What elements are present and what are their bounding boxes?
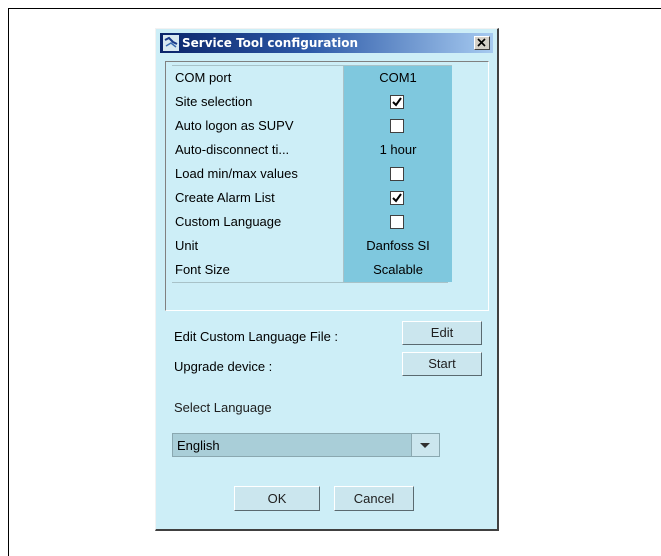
auto-logon-checkbox[interactable] (390, 119, 404, 133)
row-load-min-max: Load min/max values (172, 162, 452, 187)
checkmark-icon (392, 193, 402, 203)
cancel-button[interactable]: Cancel (334, 486, 414, 511)
site-selection-cell (344, 90, 452, 114)
site-selection-checkbox[interactable] (390, 95, 404, 109)
row-com-port: COM port COM1 (172, 66, 452, 91)
dialog-title: Service Tool configuration (182, 36, 359, 50)
close-icon (477, 38, 486, 47)
settings-grid: COM port COM1 Site selection Auto logon … (165, 61, 489, 311)
row-font-size: Font Size Scalable (172, 258, 452, 283)
dropdown-arrow-button[interactable] (411, 434, 439, 456)
create-alarm-list-checkbox[interactable] (390, 191, 404, 205)
dialog-titlebar[interactable]: Service Tool configuration (160, 33, 493, 53)
com-port-value[interactable]: COM1 (344, 66, 452, 90)
setting-label: Auto logon as SUPV (172, 114, 344, 138)
select-language-label: Select Language (174, 400, 272, 415)
row-unit: Unit Danfoss SI (172, 234, 452, 259)
load-min-max-cell (344, 162, 452, 186)
start-button[interactable]: Start (402, 352, 482, 376)
create-alarm-list-cell (344, 186, 452, 210)
checkmark-icon (392, 97, 402, 107)
edit-button[interactable]: Edit (402, 321, 482, 345)
setting-label: Site selection (172, 90, 344, 114)
upgrade-device-label: Upgrade device : (174, 359, 273, 374)
edit-custom-language-label: Edit Custom Language File : (174, 329, 339, 344)
row-custom-language: Custom Language (172, 210, 452, 235)
row-auto-disconnect: Auto-disconnect ti... 1 hour (172, 138, 452, 163)
setting-label: Custom Language (172, 210, 344, 234)
unit-value[interactable]: Danfoss SI (344, 234, 452, 258)
setting-label: Create Alarm List (172, 186, 344, 210)
setting-label: Font Size (172, 258, 344, 282)
language-dropdown[interactable]: English (172, 433, 440, 457)
setting-label: COM port (172, 66, 344, 90)
chevron-down-icon (420, 443, 430, 448)
row-auto-logon: Auto logon as SUPV (172, 114, 452, 139)
auto-logon-cell (344, 114, 452, 138)
row-site-selection: Site selection (172, 90, 452, 115)
language-selected-value: English (177, 438, 220, 453)
load-min-max-checkbox[interactable] (390, 167, 404, 181)
custom-language-cell (344, 210, 452, 234)
setting-label: Unit (172, 234, 344, 258)
ok-button[interactable]: OK (234, 486, 320, 511)
service-tool-config-dialog: Service Tool configuration COM port COM1… (155, 28, 499, 531)
custom-language-checkbox[interactable] (390, 215, 404, 229)
setting-label: Load min/max values (172, 162, 344, 186)
auto-disconnect-value[interactable]: 1 hour (344, 138, 452, 162)
font-size-value[interactable]: Scalable (344, 258, 452, 282)
close-button[interactable] (474, 36, 490, 50)
setting-label: Auto-disconnect ti... (172, 138, 344, 162)
app-icon (163, 35, 179, 51)
row-create-alarm-list: Create Alarm List (172, 186, 452, 211)
